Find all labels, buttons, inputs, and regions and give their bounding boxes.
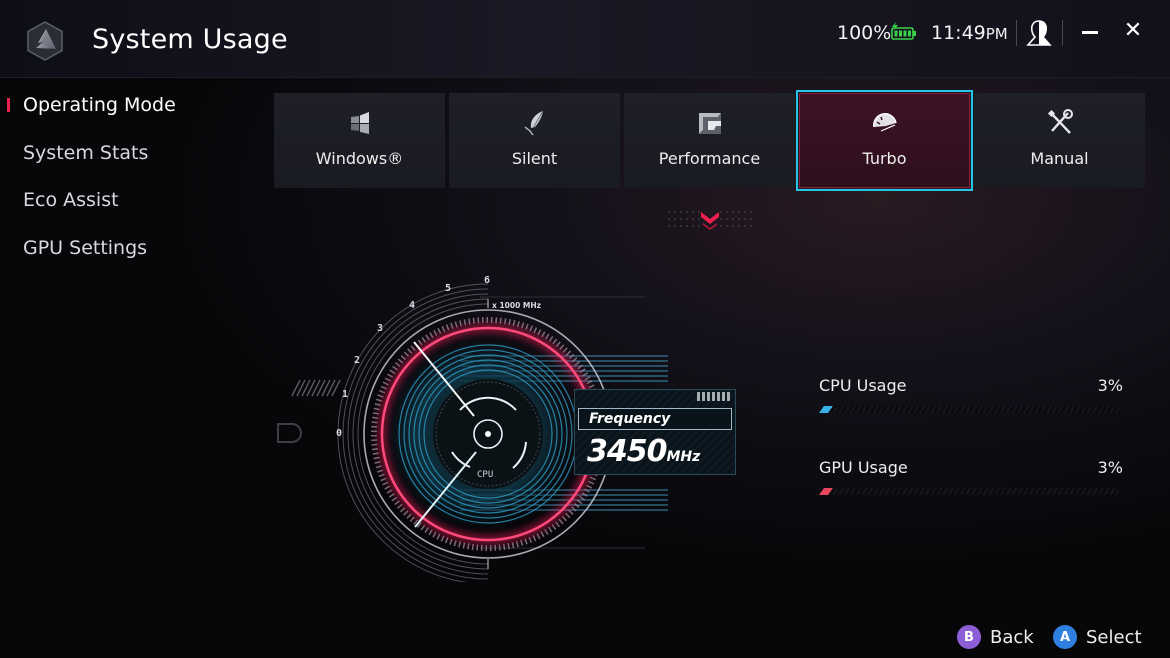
clock-ampm: PM [985, 25, 1008, 43]
mode-label: Windows® [315, 149, 404, 168]
frequency-readout: Frequency 3450MHz [574, 389, 736, 475]
speedometer-icon [872, 113, 897, 132]
mode-windows[interactable]: Windows® [274, 93, 445, 188]
gauge-tick-label: 2 [354, 355, 360, 366]
gpu-usage-bar-fill [819, 488, 833, 495]
battery-charging-icon [891, 22, 916, 40]
gpu-usage-value: 3% [1097, 458, 1123, 477]
select-label: Select [1086, 626, 1142, 648]
clock: 11:49PM [931, 22, 1008, 44]
expand-chevron-icon[interactable] [665, 208, 755, 232]
title-bar: System Usage 100% 11:49PM ✕ [0, 0, 1170, 78]
gauge-tick-label: 4 [409, 300, 415, 311]
gauge-tick-label: 5 [445, 283, 451, 294]
cpu-usage-bar [819, 406, 1119, 413]
leaf-icon [524, 110, 543, 136]
mode-manual[interactable]: Manual [974, 93, 1145, 188]
gauge-unit-label: x 1000 MHz [492, 301, 541, 310]
user-profile-icon[interactable] [1024, 18, 1054, 48]
sidebar-item-system-stats[interactable]: System Stats [0, 136, 260, 184]
gauge-center-label: CPU [477, 470, 493, 480]
battery-percentage: 100% [837, 22, 892, 44]
frequency-title: Frequency [589, 411, 671, 427]
minimize-button[interactable] [1080, 20, 1102, 44]
sidebar-item-gpu-settings[interactable]: GPU Settings [0, 231, 260, 279]
operating-mode-selector: Windows® Silent Performance Turbo Manual [274, 90, 1145, 191]
page-title: System Usage [92, 24, 288, 55]
armoury-crate-logo-icon [27, 21, 63, 61]
select-button[interactable]: A Select [1053, 624, 1142, 650]
cpu-usage-label: CPU Usage [819, 376, 907, 395]
back-button[interactable]: B Back [957, 624, 1034, 650]
windows-icon [350, 112, 369, 134]
clock-time: 11:49 [931, 22, 986, 44]
frequency-unit: MHz [666, 449, 701, 465]
gauge-tick-label: 3 [377, 323, 383, 334]
divider [1062, 20, 1063, 46]
gpu-usage-bar [819, 488, 1119, 495]
cpu-usage-value: 3% [1097, 376, 1123, 395]
sidebar-nav: Operating Mode System Stats Eco Assist G… [0, 88, 260, 278]
tools-icon [1047, 109, 1073, 134]
mode-turbo[interactable]: Turbo [796, 90, 973, 191]
sidebar-item-operating-mode[interactable]: Operating Mode [0, 88, 260, 136]
gauge-tick-label: 6 [484, 275, 490, 286]
frequency-value: 3450 [587, 434, 667, 469]
gauge-tick-label: 0 [336, 428, 342, 439]
readout-tag [697, 392, 731, 401]
gpu-usage: GPU Usage 3% [819, 458, 1123, 495]
frequency-label-box: Frequency [578, 408, 732, 430]
mode-label: Manual [1030, 149, 1089, 168]
performance-icon [698, 113, 721, 134]
cpu-usage: CPU Usage 3% [819, 376, 1123, 413]
frequency-value-wrap: 3450MHz [587, 434, 700, 469]
divider [1016, 20, 1017, 46]
mode-label: Turbo [862, 149, 907, 168]
cpu-usage-bar-fill [819, 406, 833, 413]
sidebar-item-eco-assist[interactable]: Eco Assist [0, 183, 260, 231]
drive-indicator-icon [277, 423, 302, 443]
close-button[interactable]: ✕ [1122, 19, 1144, 43]
mode-performance[interactable]: Performance [624, 93, 795, 188]
back-label: Back [990, 626, 1034, 648]
gauge-tick-label: 1 [342, 389, 348, 400]
b-button-icon: B [957, 625, 981, 649]
a-button-icon: A [1053, 625, 1077, 649]
mode-silent[interactable]: Silent [449, 93, 620, 188]
gpu-usage-label: GPU Usage [819, 458, 908, 477]
mode-label: Performance [658, 149, 761, 168]
mode-label: Silent [511, 149, 558, 168]
